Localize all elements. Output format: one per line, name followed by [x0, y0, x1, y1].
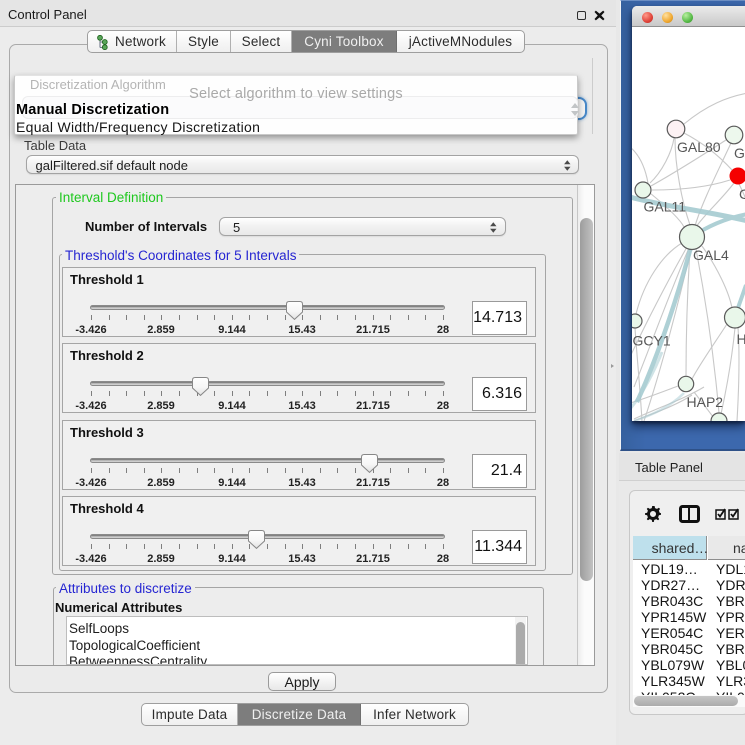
- svg-text:H: H: [737, 331, 745, 347]
- svg-text:HAP2: HAP2: [687, 394, 724, 410]
- svg-text:GCY1: GCY1: [633, 333, 671, 349]
- svg-text:GA: GA: [734, 145, 745, 161]
- svg-text:GAL11: GAL11: [644, 199, 687, 215]
- svg-text:GAL4: GAL4: [693, 247, 729, 263]
- svg-text:GAL80: GAL80: [677, 139, 721, 155]
- svg-text:C: C: [739, 186, 745, 202]
